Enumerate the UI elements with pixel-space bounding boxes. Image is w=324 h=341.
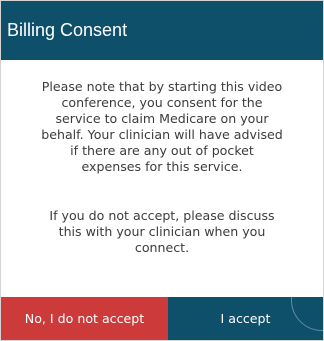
decline-button[interactable]: No, I do not accept (1, 297, 168, 340)
dialog-body: Please note that by starting this video … (1, 60, 323, 297)
consent-message: Please note that by starting this video … (41, 79, 283, 174)
ripple-decoration (291, 297, 323, 331)
dialog-actions: No, I do not accept I accept (1, 297, 323, 340)
decline-instructions: If you do not accept, please discuss thi… (49, 208, 275, 255)
dialog-title: Billing Consent (1, 1, 323, 60)
billing-consent-dialog: Billing Consent Please note that by star… (0, 0, 324, 341)
accept-button[interactable]: I accept (168, 297, 323, 340)
accept-button-label: I accept (220, 311, 271, 326)
